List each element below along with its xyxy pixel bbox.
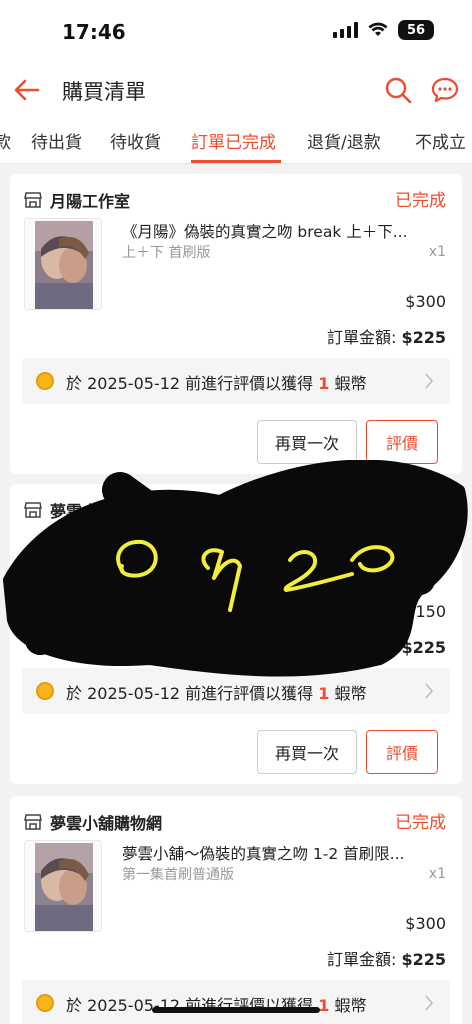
product-thumbnail[interactable] — [24, 218, 102, 310]
chevron-right-icon — [425, 373, 434, 389]
shop-name: 夢雲小舖購物網 — [50, 502, 163, 521]
search-icon[interactable] — [384, 76, 412, 104]
shopee-coin-icon — [36, 994, 54, 1012]
home-indicator — [152, 1007, 320, 1013]
shop-icon — [24, 502, 42, 518]
product-variant: 第一集首刷普通版 — [122, 867, 234, 883]
active-tab-indicator — [191, 160, 281, 163]
tab-returns[interactable]: 退貨/退款 — [307, 128, 381, 153]
review-reward-amount: 1 — [318, 684, 330, 703]
product-quantity: x1 — [428, 866, 446, 882]
order-total: 訂單金額: $225 — [327, 634, 446, 658]
order-total-label: 訂單金額: — [326, 328, 402, 347]
shop-row[interactable]: 夢雲小舖購物網 — [24, 810, 162, 834]
battery-icon: 56 — [398, 20, 434, 40]
status-icons: 56 — [333, 20, 434, 40]
back-arrow-icon[interactable] — [12, 76, 42, 104]
review-reward-suffix: 蝦幣 — [329, 374, 367, 393]
status-bar: 17:46 56 — [0, 0, 472, 62]
order-total-value: $225 — [401, 950, 446, 969]
review-reward-suffix: 蝦幣 — [329, 996, 367, 1015]
product-price: $150 — [405, 602, 446, 621]
product-price: $300 — [405, 292, 446, 311]
book-cover-image — [35, 221, 93, 309]
review-reward-amount: 1 — [318, 374, 330, 393]
review-reward-banner[interactable]: 於 2025-05-12 前進行評價以獲得 1 蝦幣 — [22, 980, 450, 1024]
shop-icon — [24, 192, 42, 208]
order-card[interactable]: 夢雲小舖購物網 已完成 夢雲小舖～偽裝的真實之吻 1-2 首刷限... 第一集首… — [10, 796, 462, 1024]
order-total: 訂單金額: $225 — [327, 324, 446, 348]
order-total-value: $225 — [401, 638, 446, 657]
tab-partial[interactable]: 款 — [0, 128, 11, 153]
review-reward-prefix: 於 2025-05-12 前進行評價以獲得 — [66, 374, 319, 393]
tab-to-receive[interactable]: 待收貨 — [110, 128, 161, 153]
book-cover-image — [35, 843, 93, 931]
order-status: 已完成 — [395, 813, 446, 833]
tab-completed[interactable]: 訂單已完成 — [191, 128, 276, 153]
review-reward-suffix: 蝦幣 — [329, 684, 367, 703]
order-total: 訂單金額: $225 — [327, 946, 446, 970]
order-status: 已完成 — [395, 191, 446, 211]
shopee-coin-icon — [36, 682, 54, 700]
product-name[interactable]: 夢雲小舖～偽裝的真實之吻 1-2 首刷限... — [122, 842, 446, 864]
chevron-right-icon — [425, 683, 434, 699]
order-total-value: $225 — [401, 328, 446, 347]
shop-name: 月陽工作室 — [50, 192, 131, 211]
status-time: 17:46 — [62, 20, 126, 44]
order-total-label: 訂單金額: — [326, 638, 402, 657]
order-card[interactable]: 月陽工作室 已完成 《月陽》偽裝的真實之吻 break 上＋下... 上＋下 首… — [10, 174, 462, 474]
shop-icon — [24, 814, 42, 830]
shop-name: 夢雲小舖購物網 — [50, 814, 163, 833]
order-total-label: 訂單金額: — [326, 950, 402, 969]
order-card[interactable]: 夢雲小舖購物網 已完成 $150 訂單金額: $225 於 2025-05-12… — [10, 484, 462, 784]
product-variant: 上＋下 首刷版 — [122, 245, 211, 261]
review-reward-banner[interactable]: 於 2025-05-12 前進行評價以獲得 1 蝦幣 — [22, 668, 450, 714]
tab-to-ship[interactable]: 待出貨 — [31, 128, 82, 153]
chat-icon[interactable] — [430, 76, 460, 104]
product-quantity: x1 — [428, 244, 446, 260]
product-price: $300 — [405, 914, 446, 933]
review-reward-amount: 1 — [318, 996, 330, 1015]
top-bar: 購買清單 — [0, 62, 472, 118]
shop-row[interactable]: 夢雲小舖購物網 — [24, 498, 162, 522]
review-reward-text: 於 2025-05-12 前進行評價以獲得 1 蝦幣 — [66, 680, 366, 704]
shopee-coin-icon — [36, 372, 54, 390]
chevron-right-icon — [425, 995, 434, 1011]
tab-cancelled[interactable]: 不成立 — [415, 128, 466, 153]
product-thumbnail[interactable] — [24, 840, 102, 932]
buy-again-button[interactable]: 再買一次 — [257, 730, 357, 774]
cellular-signal-icon — [333, 22, 358, 38]
review-reward-text: 於 2025-05-12 前進行評價以獲得 1 蝦幣 — [66, 370, 366, 394]
buy-again-button[interactable]: 再買一次 — [257, 420, 357, 464]
rate-button[interactable]: 評價 — [366, 420, 438, 464]
review-reward-prefix: 於 2025-05-12 前進行評價以獲得 — [66, 684, 319, 703]
order-status: 已完成 — [395, 501, 446, 521]
wifi-icon — [368, 22, 388, 36]
shop-row[interactable]: 月陽工作室 — [24, 188, 130, 212]
product-name[interactable]: 《月陽》偽裝的真實之吻 break 上＋下... — [122, 220, 446, 242]
order-tabs: 款 待出貨 待收貨 訂單已完成 退貨/退款 不成立 — [0, 118, 472, 164]
page-title: 購買清單 — [62, 80, 146, 104]
review-reward-banner[interactable]: 於 2025-05-12 前進行評價以獲得 1 蝦幣 — [22, 358, 450, 404]
rate-button[interactable]: 評價 — [366, 730, 438, 774]
